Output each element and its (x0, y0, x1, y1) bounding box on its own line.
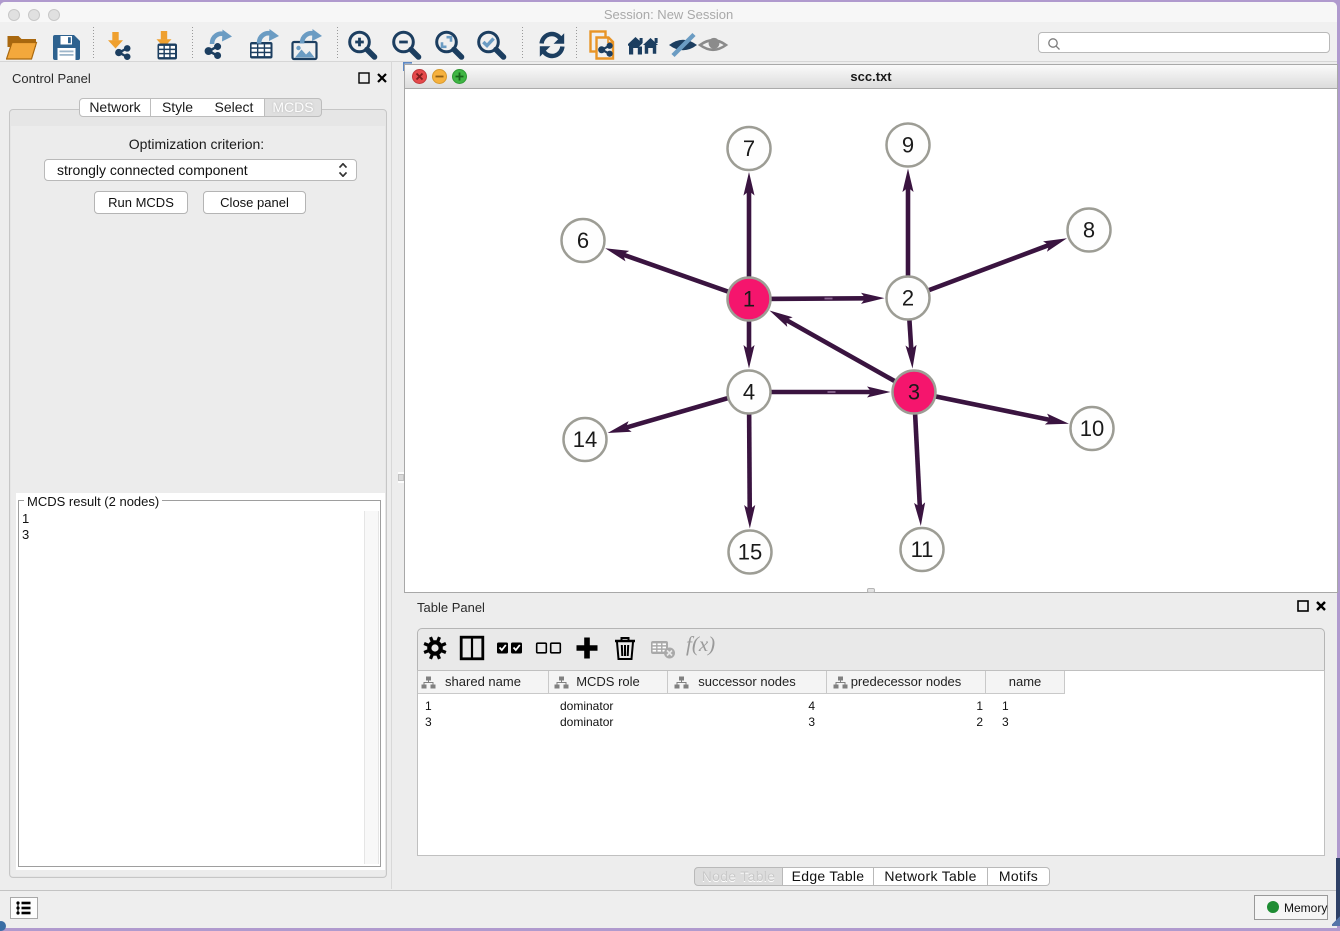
svg-text:11: 11 (911, 537, 934, 562)
svg-text:10: 10 (1080, 416, 1104, 441)
svg-text:8: 8 (1083, 218, 1095, 243)
svg-text:7: 7 (743, 136, 755, 161)
svg-text:2: 2 (902, 286, 914, 311)
svg-text:14: 14 (573, 427, 597, 452)
svg-text:3: 3 (908, 380, 920, 405)
svg-text:9: 9 (902, 133, 914, 158)
svg-text:4: 4 (743, 380, 755, 405)
svg-text:1: 1 (743, 287, 755, 312)
svg-text:15: 15 (738, 540, 762, 565)
svg-text:6: 6 (577, 228, 589, 253)
